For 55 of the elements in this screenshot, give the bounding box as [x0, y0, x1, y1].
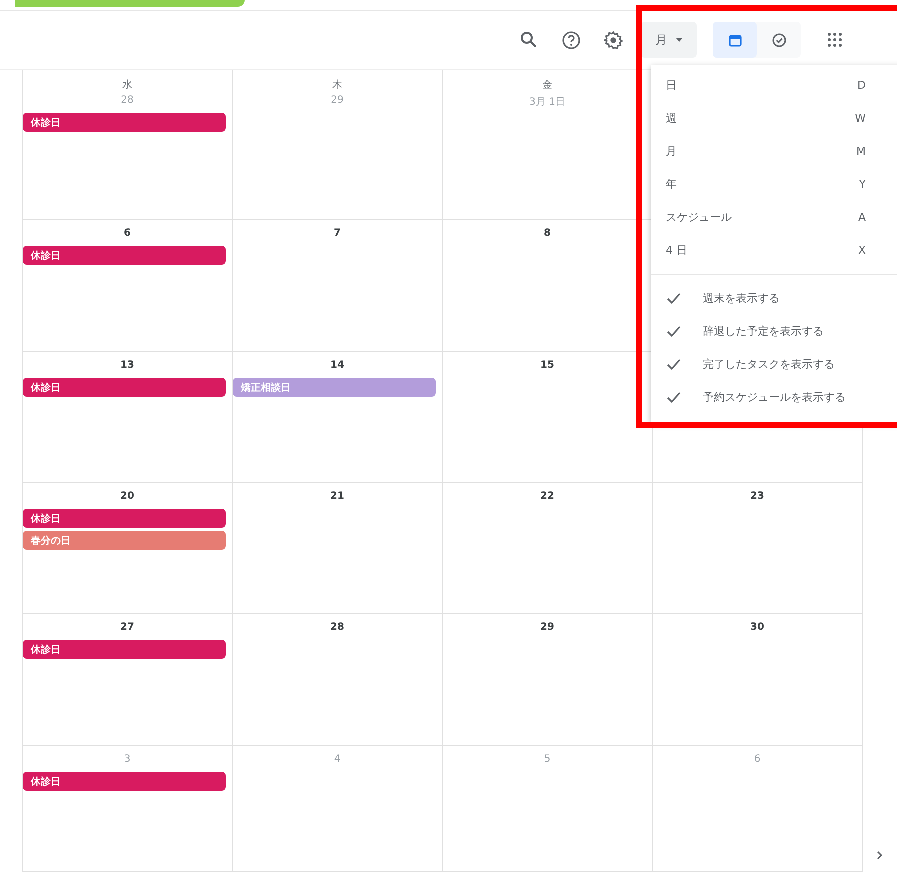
date-number[interactable]: 8 [544, 228, 551, 239]
menu-item-label: 年 [666, 177, 677, 192]
date-number[interactable]: 28 [330, 622, 344, 633]
menu-item-label: 日 [666, 78, 677, 93]
menu-item-label: スケジュール [666, 210, 732, 225]
menu-option[interactable]: 週末を表示する [651, 282, 897, 315]
shortcut-key: D [858, 79, 866, 92]
check-circle-icon [772, 32, 786, 48]
date-number[interactable]: 6 [124, 228, 131, 239]
event-chip[interactable]: 休診日 [23, 640, 226, 659]
shortcut-key: W [855, 112, 866, 125]
shortcut-key: Y [859, 178, 866, 191]
menu-option[interactable]: 予約スケジュールを表示する [651, 381, 897, 414]
date-number[interactable]: 13 [120, 360, 134, 371]
event-chip[interactable]: 休診日 [23, 113, 226, 132]
menu-option[interactable]: 辞退した予定を表示する [651, 315, 897, 348]
menu-item-label: 月 [666, 144, 677, 159]
date-number[interactable]: 23 [750, 491, 764, 502]
menu-item[interactable]: 4 日 X [651, 234, 897, 267]
caret-icon [676, 38, 682, 42]
menu-option-label: 予約スケジュールを表示する [703, 390, 846, 405]
date-number[interactable]: 30 [750, 622, 764, 633]
date-number[interactable]: 29 [540, 622, 554, 633]
date-number[interactable]: 20 [120, 491, 134, 502]
menu-option-label: 週末を表示する [703, 291, 780, 306]
menu-option-label: 辞退した予定を表示する [703, 324, 824, 339]
weekday-label: 水 [122, 78, 132, 92]
calendar-icon [728, 34, 742, 46]
date-number[interactable]: 21 [330, 491, 344, 502]
menu-item-label: 週 [666, 111, 677, 126]
weekday-label: 木 [332, 78, 342, 92]
menu-item[interactable]: 年 Y [651, 168, 897, 201]
event-chip[interactable]: 休診日 [23, 378, 226, 397]
date-number[interactable]: 15 [540, 360, 554, 371]
chevron-right-icon[interactable] [877, 851, 883, 860]
menu-item[interactable]: スケジュール A [651, 201, 897, 234]
view-dropdown-button[interactable]: 月 [641, 22, 697, 58]
shortcut-key: M [856, 145, 866, 158]
weekday-label: 金 [542, 79, 552, 92]
menu-option-label: 完了したタスクを表示する [703, 357, 835, 372]
date-number[interactable]: 27 [120, 622, 134, 633]
event-chip[interactable]: 休診日 [23, 772, 226, 791]
date-number[interactable]: 14 [330, 360, 344, 371]
menu-item[interactable]: 日 D [651, 69, 897, 102]
event-chip[interactable]: 休診日 [23, 246, 226, 265]
menu-item-label: 4 日 [666, 243, 688, 258]
menu-item[interactable]: 月 M [651, 135, 897, 168]
view-toggle-button[interactable] [713, 22, 757, 58]
menu-item[interactable]: 週 W [651, 102, 897, 135]
date-number[interactable]: 22 [540, 491, 554, 502]
shortcut-key: A [858, 211, 866, 224]
event-chip[interactable]: 休診日 [23, 509, 226, 528]
date-number[interactable]: 7 [334, 228, 341, 239]
menu-option[interactable]: 完了したタスクを表示する [651, 348, 897, 381]
shortcut-key: X [858, 244, 866, 257]
